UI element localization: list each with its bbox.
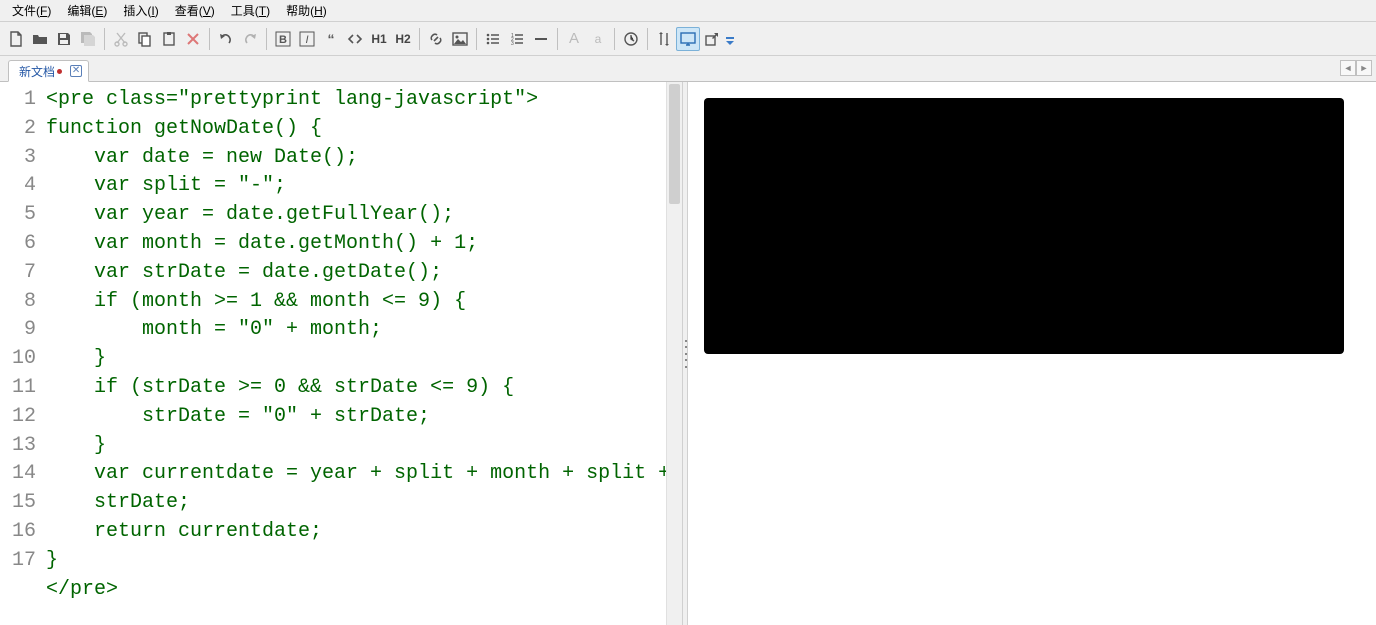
- code-line[interactable]: strDate = "0" + strDate;: [46, 403, 676, 432]
- timestamp-icon[interactable]: [619, 27, 643, 51]
- italic-icon[interactable]: I: [295, 27, 319, 51]
- tab-close-icon[interactable]: ✕: [70, 65, 82, 77]
- tab-next-icon[interactable]: ►: [1356, 60, 1372, 76]
- hr-icon[interactable]: [529, 27, 553, 51]
- code-line[interactable]: var strDate = date.getDate();: [46, 259, 676, 288]
- code-area[interactable]: <pre class="prettyprint lang-javascript"…: [40, 82, 682, 625]
- svg-text:“: “: [328, 31, 335, 47]
- toolbar-sep: [209, 28, 210, 50]
- toolbar-sep: [614, 28, 615, 50]
- code-line[interactable]: var year = date.getFullYear();: [46, 201, 676, 230]
- tab-prev-icon[interactable]: ◄: [1340, 60, 1356, 76]
- tab-new-document[interactable]: 新文档 ✕: [8, 60, 89, 82]
- preview-rendered-box: [704, 98, 1344, 354]
- code-line[interactable]: return currentdate;: [46, 518, 676, 547]
- svg-text:3: 3: [511, 41, 514, 47]
- code-line[interactable]: }: [46, 547, 676, 576]
- main-split: 1234567891011121314151617 <pre class="pr…: [0, 82, 1376, 625]
- live-preview-icon[interactable]: [676, 27, 700, 51]
- bold-icon[interactable]: B: [271, 27, 295, 51]
- menu-view[interactable]: 查看(V): [167, 0, 223, 21]
- delete-icon[interactable]: [181, 27, 205, 51]
- toolbar-overflow-icon[interactable]: [724, 27, 736, 51]
- toolbar-sep: [647, 28, 648, 50]
- new-file-icon[interactable]: [4, 27, 28, 51]
- code-line[interactable]: month = "0" + month;: [46, 316, 676, 345]
- export-icon[interactable]: [700, 27, 724, 51]
- undo-icon[interactable]: [214, 27, 238, 51]
- save-icon[interactable]: [52, 27, 76, 51]
- copy-icon[interactable]: [133, 27, 157, 51]
- font-small-button[interactable]: a: [586, 27, 610, 51]
- code-line[interactable]: var month = date.getMonth() + 1;: [46, 230, 676, 259]
- editor-pane: 1234567891011121314151617 <pre class="pr…: [0, 82, 682, 625]
- link-icon[interactable]: [424, 27, 448, 51]
- code-line[interactable]: </pre>: [46, 576, 676, 605]
- open-folder-icon[interactable]: [28, 27, 52, 51]
- code-line[interactable]: function getNowDate() {: [46, 115, 676, 144]
- cut-icon[interactable]: [109, 27, 133, 51]
- code-line[interactable]: var currentdate = year + split + month +…: [46, 460, 676, 489]
- toolbar-sep: [266, 28, 267, 50]
- menu-help[interactable]: 帮助(H): [278, 0, 335, 21]
- scrollbar-thumb[interactable]: [669, 84, 680, 204]
- h1-button[interactable]: H1: [367, 27, 391, 51]
- toolbar-sep: [476, 28, 477, 50]
- ul-icon[interactable]: [481, 27, 505, 51]
- line-gutter: 1234567891011121314151617: [0, 82, 40, 625]
- splitter-handle[interactable]: [682, 82, 688, 625]
- code-line[interactable]: if (strDate >= 0 && strDate <= 9) {: [46, 374, 676, 403]
- code-line[interactable]: }: [46, 345, 676, 374]
- code-line[interactable]: strDate;: [46, 489, 676, 518]
- tab-nav: ◄ ►: [1340, 60, 1372, 76]
- svg-text:B: B: [279, 34, 287, 46]
- save-all-icon[interactable]: [76, 27, 100, 51]
- preview-pane: [688, 82, 1376, 625]
- code-icon[interactable]: [343, 27, 367, 51]
- tab-modified-dot-icon: [57, 69, 62, 74]
- code-line[interactable]: <pre class="prettyprint lang-javascript"…: [46, 86, 676, 115]
- font-large-button[interactable]: A: [562, 27, 586, 51]
- code-line[interactable]: if (month >= 1 && month <= 9) {: [46, 288, 676, 317]
- sync-scroll-icon[interactable]: [652, 27, 676, 51]
- scrollbar-vertical[interactable]: [666, 82, 682, 625]
- ol-icon[interactable]: 123: [505, 27, 529, 51]
- code-line[interactable]: }: [46, 432, 676, 461]
- menu-edit[interactable]: 编辑(E): [59, 0, 115, 21]
- code-line[interactable]: var date = new Date();: [46, 144, 676, 173]
- toolbar-sep: [557, 28, 558, 50]
- toolbar-sep: [104, 28, 105, 50]
- toolbar-sep: [419, 28, 420, 50]
- menubar: 文件(F) 编辑(E) 插入(I) 查看(V) 工具(T) 帮助(H): [0, 0, 1376, 22]
- menu-tools[interactable]: 工具(T): [223, 0, 278, 21]
- tabbar: 新文档 ✕ ◄ ►: [0, 56, 1376, 82]
- redo-icon[interactable]: [238, 27, 262, 51]
- paste-icon[interactable]: [157, 27, 181, 51]
- svg-text:I: I: [305, 34, 308, 46]
- menu-file[interactable]: 文件(F): [4, 0, 59, 21]
- quote-icon[interactable]: “: [319, 27, 343, 51]
- tab-title: 新文档: [19, 63, 55, 80]
- image-icon[interactable]: [448, 27, 472, 51]
- h2-button[interactable]: H2: [391, 27, 415, 51]
- code-line[interactable]: var split = "-";: [46, 172, 676, 201]
- toolbar: B I “ H1 H2 123 A a: [0, 22, 1376, 56]
- menu-insert[interactable]: 插入(I): [115, 0, 166, 21]
